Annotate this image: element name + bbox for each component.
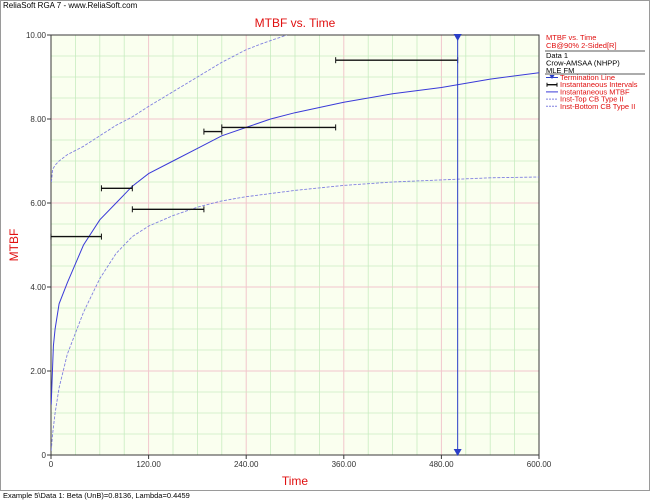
y-tick-label: 0 [42, 451, 47, 460]
chart-title: MTBF vs. Time [255, 16, 336, 30]
y-tick-label: 10.00 [26, 31, 47, 40]
legend-item-label: Inst-Bottom CB Type II [560, 102, 635, 111]
x-tick-label: 480.00 [429, 460, 454, 469]
x-tick-label: 360.00 [332, 460, 357, 469]
x-tick-label: 120.00 [136, 460, 161, 469]
x-axis-title: Time [282, 474, 309, 488]
legend-header: CB@90% 2-Sided[R] [546, 41, 617, 50]
mtbf-vs-time-chart: 0 120.00 240.00 360.00 480.00 600.00 0 2.00 4.00… [7, 16, 645, 488]
y-tick-label: 6.00 [30, 199, 46, 208]
x-tick-label: 600.00 [527, 460, 552, 469]
legend-item-bottom-cb: Inst-Bottom CB Type II [546, 102, 635, 111]
x-tick-label: 0 [49, 460, 54, 469]
status-text: Example 5\Data 1: Beta (UnB)=0.8136, Lam… [3, 491, 190, 500]
x-tick-label: 240.00 [234, 460, 259, 469]
y-tick-label: 8.00 [30, 115, 46, 124]
triangle-line-icon [546, 75, 558, 79]
y-tick-label: 2.00 [30, 367, 46, 376]
interval-bar-icon [546, 82, 558, 87]
status-bar: Example 5\Data 1: Beta (UnB)=0.8136, Lam… [0, 490, 650, 502]
y-axis-title: MTBF [7, 229, 21, 262]
legend: MTBF vs. TimeCB@90% 2-Sided[R]Data 1Crow… [545, 33, 645, 111]
y-tick-label: 4.00 [30, 283, 46, 292]
